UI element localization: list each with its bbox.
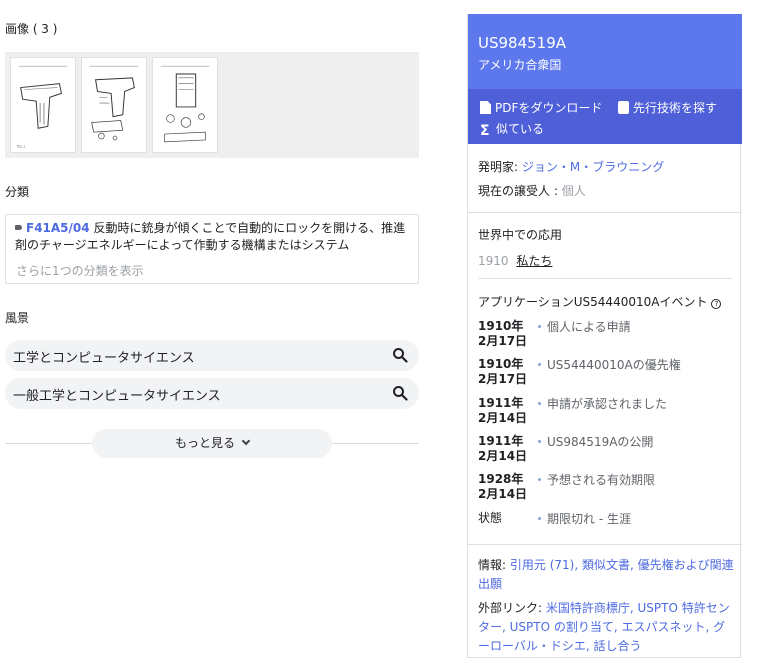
chevron-down-icon: [241, 436, 251, 446]
external-links-label: 外部リンク:: [478, 601, 543, 615]
landscape-item[interactable]: 工学とコンピュータサイエンス: [5, 340, 419, 371]
document-icon: [480, 101, 491, 114]
show-more-label: もっと見る: [174, 436, 235, 450]
worldwide-year: 1910: [478, 254, 509, 268]
worldwide-row: 1910 私たち: [478, 252, 552, 269]
show-more-button[interactable]: もっと見る: [92, 429, 332, 458]
download-pdf-button[interactable]: PDFをダウンロード: [480, 99, 602, 116]
external-links-row: 外部リンク: 米国特許商標庁, USPTO 特許センター, USPTO の割り当…: [478, 599, 734, 656]
event-dot: [538, 478, 541, 481]
help-icon[interactable]: ?: [711, 299, 722, 309]
event-dot: [538, 440, 541, 443]
event-dot: [538, 517, 541, 520]
assignee-value: 個人: [561, 184, 586, 198]
patent-drawing-thumbnail[interactable]: fig.1: [10, 57, 76, 153]
event-dot: [538, 402, 541, 405]
find-prior-art-button[interactable]: 先行技術を探す: [618, 99, 717, 116]
worldwide-title: 世界中での応用: [478, 228, 563, 242]
info-row: 情報: 引用元 (71), 類似文書, 優先権および関連出願: [478, 556, 734, 594]
similar-label: 似ている: [496, 122, 545, 136]
inventor-link[interactable]: ジョン・M・ブラウニング: [522, 160, 664, 174]
landscape-title: 風景: [5, 311, 30, 325]
event-text: 個人による申請: [547, 320, 631, 334]
landscape-item[interactable]: 一般工学とコンピュータサイエンス: [5, 378, 419, 409]
patent-actions: PDFをダウンロード 先行技術を探す Σ 似ている: [468, 89, 742, 144]
similar-button[interactable]: Σ 似ている: [480, 120, 545, 139]
search-icon[interactable]: [392, 385, 408, 401]
status-value: 期限切れ - 生涯: [547, 512, 631, 526]
patent-summary-panel: US984519A アメリカ合衆国 PDFをダウンロード 先行技術を探す Σ 似て…: [467, 14, 742, 658]
events-title: アプリケーションUS54440010Aイベント: [478, 295, 708, 309]
event-date: 1911年2月14日: [478, 396, 528, 425]
assignee-label: 現在の譲受人 :: [478, 184, 558, 198]
divider: [468, 212, 742, 213]
search-document-icon: [618, 101, 629, 114]
svg-text:fig.1: fig.1: [17, 144, 26, 149]
patent-header: US984519A アメリカ合衆国: [468, 14, 742, 89]
images-gallery: fig.1: [5, 52, 419, 158]
event-date: 1910年2月17日: [478, 319, 528, 348]
patent-country: アメリカ合衆国: [478, 58, 562, 72]
tag-icon: [15, 225, 22, 230]
event-text: US54440010Aの優先権: [547, 358, 681, 372]
classification-title: 分類: [5, 185, 30, 199]
event-date: 1910年2月17日: [478, 357, 528, 386]
patent-number: US984519A: [478, 34, 567, 52]
classification-code-link[interactable]: F41A5/04: [26, 221, 90, 235]
landscape-item-label: 一般工学とコンピュータサイエンス: [13, 389, 221, 404]
patent-drawing-thumbnail[interactable]: [152, 57, 218, 153]
images-title: 画像 ( 3 ): [5, 22, 58, 36]
find-prior-art-label: 先行技術を探す: [633, 101, 718, 115]
search-icon[interactable]: [392, 347, 408, 363]
download-pdf-label: PDFをダウンロード: [495, 101, 603, 115]
divider: [468, 544, 742, 545]
divider: [478, 278, 732, 279]
event-dot: [538, 363, 541, 366]
show-more-classifications-link[interactable]: さらに1つの分類を表示: [16, 262, 144, 279]
status-label: 状態: [478, 511, 503, 525]
event-date: 1911年2月14日: [478, 434, 528, 463]
inventor-row: 発明家: ジョン・M・ブラウニング: [478, 158, 664, 175]
info-label: 情報:: [478, 558, 507, 572]
assignee-row: 現在の譲受人 : 個人: [478, 182, 586, 199]
event-date: 1928年2月14日: [478, 472, 528, 501]
sigma-icon: Σ: [480, 123, 490, 139]
event-text: 予想される有効期限: [547, 473, 656, 487]
event-text: US984519Aの公開: [547, 435, 654, 449]
events-title-row: アプリケーションUS54440010Aイベント?: [478, 293, 722, 310]
classification-entry: F41A5/04 反動時に銃身が傾くことで自動的にロックを開ける、推進剤のチャー…: [15, 220, 409, 254]
classification-box: F41A5/04 反動時に銃身が傾くことで自動的にロックを開ける、推進剤のチャー…: [5, 214, 419, 284]
patent-drawing-thumbnail[interactable]: [81, 57, 147, 153]
info-links[interactable]: 引用元 (71), 類似文書, 優先権および関連出願: [478, 558, 734, 591]
worldwide-country-link[interactable]: 私たち: [516, 254, 552, 268]
event-text: 申請が承認されました: [547, 397, 668, 411]
event-dot: [538, 325, 541, 328]
inventor-label: 発明家:: [478, 160, 519, 174]
landscape-item-label: 工学とコンピュータサイエンス: [13, 351, 195, 366]
